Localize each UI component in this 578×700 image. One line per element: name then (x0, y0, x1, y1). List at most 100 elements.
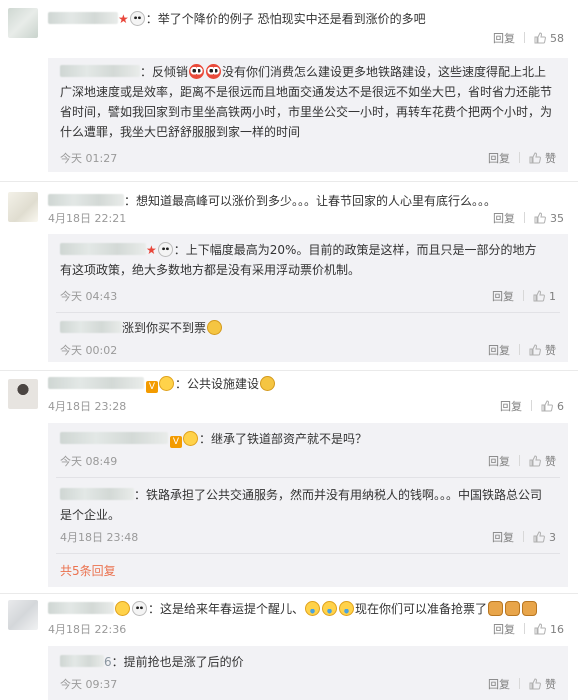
username[interactable] (60, 65, 140, 77)
reply-button[interactable]: 回复 (493, 32, 515, 45)
avatar[interactable] (8, 192, 38, 222)
reply-button[interactable]: 回复 (493, 212, 515, 225)
laugh-cry-emoji-icon (305, 601, 321, 616)
star-badge-icon: ★ (146, 243, 157, 257)
dizzy-eyes-emoji-icon (206, 64, 222, 79)
star-badge-icon: ★ (118, 12, 129, 26)
username[interactable] (60, 321, 122, 333)
reply-button[interactable]: 回复 (492, 531, 514, 544)
like-button[interactable]: 3 (533, 531, 556, 544)
like-count: 6 (557, 400, 564, 413)
like-button[interactable]: 赞 (529, 344, 556, 357)
timestamp: 今天 09:37 (60, 678, 118, 691)
timestamp: 今天 04:43 (60, 290, 118, 303)
username[interactable] (60, 432, 168, 444)
comment-1: ★ ：举了个降价的例子 恐怕现实中还是看到涨价的多吧 回复 58 ：反倾销 没有你们消… (0, 0, 578, 180)
reply-text: ★ ：上下幅度最高为20%。目前的政策是这样，而且只是一部分的地方 (60, 240, 558, 260)
action-divider (523, 290, 524, 301)
username-tail[interactable]: 6 (104, 655, 112, 669)
doge-emoji-icon (505, 601, 521, 616)
reply-text: V ：继承了铁道部资产就不是吗？ (60, 429, 558, 449)
thumbs-up-icon (534, 212, 546, 224)
like-button[interactable]: 16 (534, 623, 564, 636)
username[interactable] (48, 12, 118, 24)
reply-actions: 回复 赞 (488, 344, 556, 358)
reply-button[interactable]: 回复 (488, 455, 510, 468)
action-divider (531, 400, 532, 411)
like-button[interactable]: 6 (541, 400, 564, 413)
timestamp: 今天 01:27 (60, 152, 118, 165)
reply-box: ★ ：上下幅度最高为20%。目前的政策是这样，而且只是一部分的地方 有这项政策，绝… (48, 234, 568, 362)
thumbs-up-icon (529, 678, 541, 690)
reply-text: 涨到你买不到票 (60, 318, 558, 338)
reply-button[interactable]: 回复 (488, 152, 510, 165)
comment-2: ：想知道最高峰可以涨价到多少。。。让春节回家的人心里有底行么。。。 4月18日 … (0, 182, 578, 370)
reply-divider (56, 477, 560, 478)
avatar[interactable] (8, 600, 38, 630)
action-divider (524, 623, 525, 634)
reply-text: 省时间，譬如我回家到市里坐高铁两小时，市里坐公交一小时，再转车花费个把两个小时，… (60, 105, 553, 119)
timestamp: 4月18日 23:28 (48, 400, 127, 413)
username[interactable] (48, 602, 114, 614)
action-divider (524, 32, 525, 43)
emoji-icon (183, 431, 198, 446)
thumbs-up-icon (529, 344, 541, 356)
like-button[interactable]: 赞 (529, 678, 556, 691)
reply-text: 广深地速度或是效率，距离不是很远而且地面交通发达不是很远不如坐大巴，省时省力还能… (60, 85, 553, 99)
thumbs-up-icon (529, 152, 541, 164)
reply-button[interactable]: 回复 (500, 400, 522, 413)
cat-emoji-icon (260, 376, 276, 391)
reply-text: 有这项政策，绝大多数地方都是没有采用浮动票价机制。 (60, 263, 361, 277)
reply-text: 什么遭罪，我坐大巴舒舒服服到家一样的时间 (60, 125, 301, 139)
username[interactable] (60, 243, 146, 255)
action-divider (519, 678, 520, 689)
reply-actions: 回复 3 (492, 531, 556, 545)
thumbs-up-icon (534, 623, 546, 635)
like-count: 58 (550, 32, 564, 45)
comment-text: ★ ：举了个降价的例子 恐怕现实中还是看到涨价的多吧 (48, 10, 568, 28)
reply-actions: 回复 赞 (488, 152, 556, 166)
thumbs-up-icon (533, 290, 545, 302)
username[interactable] (60, 655, 104, 667)
doge-emoji-icon (522, 601, 538, 616)
reply-button[interactable]: 回复 (488, 678, 510, 691)
avatar[interactable] (8, 8, 38, 38)
action-divider (519, 344, 520, 355)
username[interactable] (60, 488, 134, 500)
like-count: 3 (549, 531, 556, 544)
reply-button[interactable]: 回复 (488, 344, 510, 357)
reply-actions: 回复 赞 (488, 455, 556, 469)
like-button[interactable]: 1 (533, 290, 556, 303)
username[interactable] (48, 194, 124, 206)
comment-text: ：这是给来年春运提个醒儿、 现在你们可以准备抢票了 (48, 600, 568, 618)
username[interactable] (48, 377, 144, 389)
like-button[interactable]: 赞 (529, 455, 556, 468)
comment-actions: 回复 58 (493, 32, 564, 46)
timestamp: 今天 08:49 (60, 455, 118, 468)
timestamp: 4月18日 22:21 (48, 212, 127, 225)
action-divider (519, 152, 520, 163)
more-replies-link[interactable]: 共5条回复 (60, 561, 558, 581)
reply-button[interactable]: 回复 (493, 623, 515, 636)
reply-text: ：铁路承担了公共交通服务，然而并没有用纳税人的钱啊。。。中国铁路总公司 (60, 485, 558, 505)
like-count: 1 (549, 290, 556, 303)
comment-actions: 回复 16 (493, 623, 564, 637)
reply-button[interactable]: 回复 (492, 290, 514, 303)
reply-box: 6：提前抢也是涨了后的价 今天 09:37 回复 赞 (48, 646, 568, 700)
panda-emoji-icon (129, 11, 145, 26)
verified-badge-icon: V (146, 381, 158, 393)
laugh-cry-emoji-icon (339, 601, 355, 616)
reply-text: 是个企业。 (60, 508, 121, 522)
thumbs-up-icon (534, 32, 546, 44)
thumbs-up-icon (541, 400, 553, 412)
timestamp: 4月18日 22:36 (48, 623, 127, 636)
cat-emoji-icon (207, 320, 223, 335)
like-button[interactable]: 58 (534, 32, 564, 45)
like-button[interactable]: 赞 (529, 152, 556, 165)
doge-emoji-icon (488, 601, 504, 616)
action-divider (519, 455, 520, 466)
avatar[interactable] (8, 379, 38, 409)
comment-text: V ：公共设施建设 (48, 375, 568, 393)
like-button[interactable]: 35 (534, 212, 564, 225)
thumbs-up-icon (533, 531, 545, 543)
